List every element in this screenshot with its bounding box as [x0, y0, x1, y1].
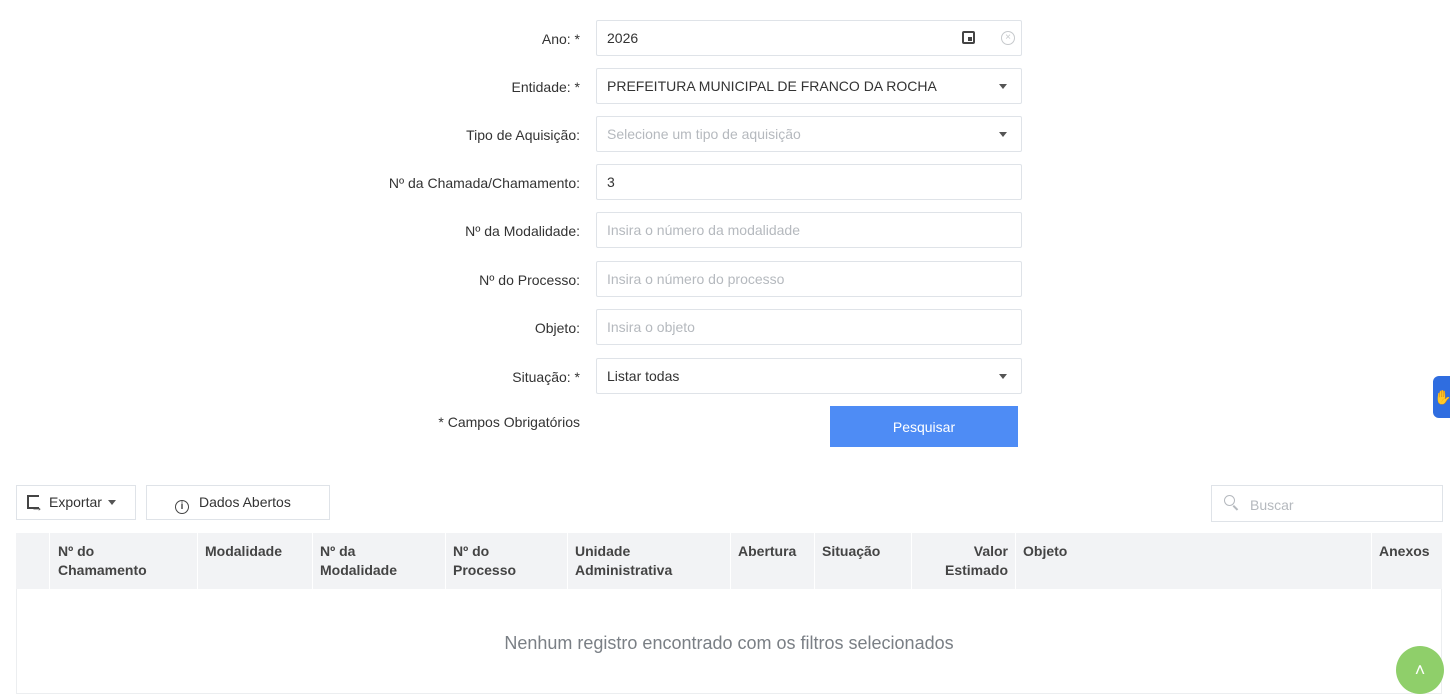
modalidade-row: Nº da Modalidade:	[0, 212, 1450, 250]
column-separator	[197, 533, 198, 589]
objeto-field[interactable]	[596, 309, 1022, 345]
chevron-down-icon	[999, 132, 1007, 137]
column-separator	[445, 533, 446, 589]
column-header-situacao[interactable]: Situação	[822, 542, 880, 561]
ano-label: Ano: *	[541, 31, 580, 47]
column-separator	[1371, 533, 1372, 589]
situacao-select[interactable]: Listar todas	[596, 358, 1022, 394]
column-separator	[567, 533, 568, 589]
clear-icon[interactable]: ×	[1001, 31, 1015, 45]
entidade-select[interactable]: PREFEITURA MUNICIPAL DE FRANCO DA ROCHA	[596, 68, 1022, 104]
open-data-button[interactable]: i Dados Abertos	[146, 485, 330, 520]
column-header-num-modalidade[interactable]: Nº da Modalidade	[320, 542, 397, 580]
modalidade-input[interactable]	[607, 213, 947, 247]
export-label: Exportar	[49, 494, 102, 510]
processo-input[interactable]	[607, 262, 947, 296]
column-separator	[312, 533, 313, 589]
tipo-aquisicao-placeholder: Selecione um tipo de aquisição	[607, 126, 801, 142]
entidade-label: Entidade: *	[511, 79, 581, 95]
export-button[interactable]: Exportar	[16, 485, 136, 524]
column-separator	[911, 533, 912, 589]
tipo-aquisicao-label: Tipo de Aquisição:	[466, 127, 580, 143]
column-header-unidade[interactable]: Unidade Administrativa	[575, 542, 672, 580]
search-icon	[1224, 495, 1235, 506]
table-search[interactable]	[1211, 485, 1443, 523]
objeto-input[interactable]	[607, 310, 947, 344]
table-body: Nenhum registro encontrado com os filtro…	[16, 589, 1442, 694]
entidade-row: Entidade: * PREFEITURA MUNICIPAL DE FRAN…	[0, 68, 1450, 106]
column-header-chamamento[interactable]: Nº do Chamamento	[58, 542, 147, 580]
situacao-row: Situação: * Listar todas	[0, 358, 1450, 396]
ano-row: Ano: * 2026 ×	[0, 20, 1450, 58]
chamada-row: Nº da Chamada/Chamamento:	[0, 164, 1450, 202]
column-separator	[730, 533, 731, 589]
table-header: Nº do Chamamento Modalidade Nº da Modalida…	[16, 533, 1442, 589]
modalidade-label: Nº da Modalidade:	[465, 223, 580, 239]
open-data-label: Dados Abertos	[199, 494, 291, 510]
column-header-valor[interactable]: Valor Estimado	[916, 542, 1008, 580]
situacao-label: Situação: *	[512, 369, 580, 385]
chamada-field[interactable]	[596, 164, 1022, 200]
calendar-icon[interactable]	[962, 31, 975, 44]
column-header-processo[interactable]: Nº do Processo	[453, 542, 516, 580]
column-header-objeto[interactable]: Objeto	[1023, 542, 1067, 561]
processo-field[interactable]	[596, 261, 1022, 297]
column-header-anexos[interactable]: Anexos	[1379, 542, 1430, 561]
entidade-value: PREFEITURA MUNICIPAL DE FRANCO DA ROCHA	[607, 78, 937, 94]
objeto-row: Objeto:	[0, 309, 1450, 347]
processo-row: Nº do Processo:	[0, 261, 1450, 299]
search-button[interactable]: Pesquisar	[830, 406, 1018, 447]
chevron-down-icon	[107, 500, 116, 505]
chevron-down-icon	[999, 84, 1007, 89]
accessibility-hand-icon[interactable]: ✋	[1433, 376, 1450, 418]
table-search-input[interactable]	[1248, 486, 1432, 523]
chamada-input[interactable]	[607, 165, 947, 199]
tipo-aquisicao-row: Tipo de Aquisição: Selecione um tipo de …	[0, 116, 1450, 154]
export-icon	[27, 491, 43, 524]
column-separator	[814, 533, 815, 589]
ano-field[interactable]: 2026 ×	[596, 20, 1022, 56]
modalidade-field[interactable]	[596, 212, 1022, 248]
empty-state-message: Nenhum registro encontrado com os filtro…	[504, 633, 954, 653]
situacao-value: Listar todas	[607, 368, 680, 384]
chevron-up-icon[interactable]: ˄	[1396, 646, 1444, 694]
tipo-aquisicao-select[interactable]: Selecione um tipo de aquisição	[596, 116, 1022, 152]
column-header-modalidade[interactable]: Modalidade	[205, 542, 282, 561]
column-separator	[1015, 533, 1016, 589]
ano-value: 2026	[607, 30, 639, 46]
required-note: * Campos Obrigatórios	[438, 414, 580, 430]
column-separator	[49, 533, 50, 589]
objeto-label: Objeto:	[534, 320, 580, 336]
info-icon: i	[175, 500, 189, 514]
chevron-down-icon	[999, 374, 1007, 379]
chamada-label: Nº da Chamada/Chamamento:	[388, 175, 580, 191]
column-header-abertura[interactable]: Abertura	[738, 542, 796, 561]
processo-label: Nº do Processo:	[479, 272, 580, 288]
